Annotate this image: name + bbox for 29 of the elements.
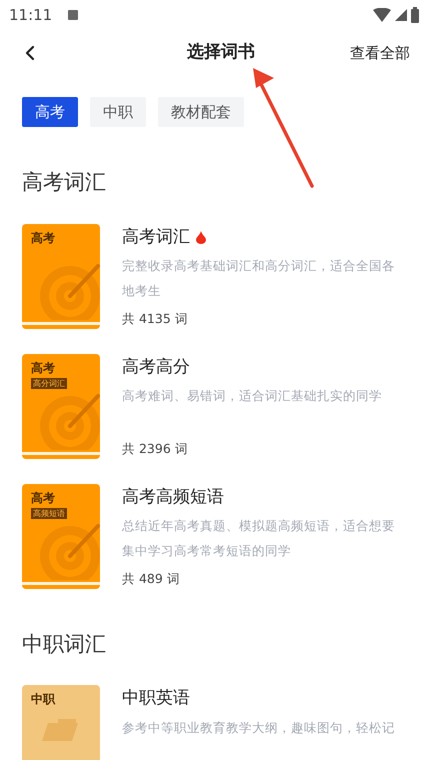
- wifi-icon: [373, 8, 391, 22]
- cover-label: 高考: [31, 360, 55, 376]
- word-count: 共 489 词: [122, 570, 181, 588]
- signal-icon: [395, 9, 407, 21]
- book-title[interactable]: 中职英语: [122, 686, 190, 712]
- category-tab[interactable]: 教材配套: [158, 97, 244, 127]
- notification-icon: [68, 10, 78, 20]
- word-count: 共 4135 词: [122, 310, 189, 328]
- cover-label: 高考: [31, 230, 55, 246]
- view-all-link[interactable]: 查看全部: [350, 42, 410, 64]
- book-title[interactable]: 高考高频短语: [122, 484, 224, 510]
- book-description: 完整收录高考基础词汇和高分词汇，适合全国各地考生: [122, 257, 396, 300]
- section-title: 中职词汇: [22, 630, 107, 658]
- book-description: 参考中等职业教育教学大纲，趣味图句，轻松记: [122, 718, 396, 736]
- section-title: 高考词汇: [22, 169, 107, 196]
- category-tab[interactable]: 高考: [22, 97, 78, 127]
- book-title[interactable]: 高考词汇: [122, 224, 190, 250]
- cover-tag: 高频短语: [31, 508, 67, 518]
- category-tab[interactable]: 中职: [90, 97, 146, 127]
- cover-label: 高考: [31, 490, 55, 506]
- book-title[interactable]: 高考高分: [122, 354, 190, 380]
- cover-label: 中职: [31, 691, 55, 707]
- word-count: 共 2396 词: [122, 440, 189, 458]
- status-time: 11:11: [9, 4, 52, 26]
- book-description: 高考难词、易错词，适合词汇基础扎实的同学: [122, 387, 383, 405]
- battery-icon: [411, 7, 419, 23]
- cover-tag: 高分词汇: [31, 378, 67, 388]
- book-description: 总结近年高考真题、模拟题高频短语，适合想要集中学习高考常考短语的同学: [122, 517, 396, 560]
- page-title: 选择词书: [187, 41, 255, 64]
